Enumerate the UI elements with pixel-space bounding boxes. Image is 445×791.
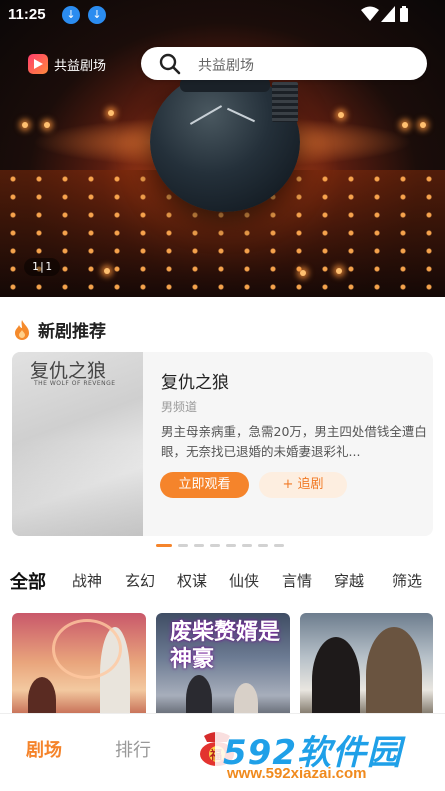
hero-banner[interactable]	[0, 0, 445, 297]
carousel-dot[interactable]	[156, 544, 172, 547]
banner-page-indicator: 1|1	[24, 258, 60, 276]
search-icon	[159, 53, 181, 75]
search-placeholder: 共益剧场	[198, 58, 254, 74]
featured-drama-card[interactable]: 复仇之狼 THE WOLF OF REVENGE 复仇之狼 男频道 男主母亲病重…	[12, 352, 433, 536]
category-tab-xianxia[interactable]: 仙侠	[229, 570, 259, 591]
drama-thumbnail[interactable]: 废柴赘婿是神豪	[156, 613, 290, 723]
app-logo-icon	[28, 54, 48, 74]
wifi-icon	[361, 6, 379, 21]
category-tab-all[interactable]: 全部	[10, 568, 46, 594]
drama-channel: 男频道	[161, 400, 198, 414]
watermark-url: www.592xiazai.com	[227, 765, 367, 782]
carousel-dot[interactable]	[210, 544, 220, 547]
status-icons	[355, 6, 415, 24]
nav-theater[interactable]: 剧场	[26, 736, 62, 762]
drama-poster[interactable]: 复仇之狼 THE WOLF OF REVENGE	[12, 352, 143, 536]
status-time: 11:25	[8, 6, 46, 23]
hero-vent	[272, 82, 298, 122]
hero-sphere-cap	[180, 78, 270, 92]
drama-thumbnail[interactable]	[300, 613, 433, 723]
category-tab-romance[interactable]: 言情	[282, 570, 312, 591]
download-icon: ↓	[88, 6, 106, 24]
battery-icon	[400, 6, 408, 22]
carousel-dot[interactable]	[226, 544, 236, 547]
category-tab-time-travel[interactable]: 穿越	[334, 570, 364, 591]
signal-icon	[381, 6, 395, 22]
follow-drama-button[interactable]: + 追剧	[259, 472, 347, 498]
category-tab-war-god[interactable]: 战神	[72, 570, 102, 591]
drama-title: 复仇之狼	[161, 373, 229, 393]
carousel-dot[interactable]	[258, 544, 268, 547]
category-tab-fantasy[interactable]: 玄幻	[125, 570, 155, 591]
carousel-dot[interactable]	[178, 544, 188, 547]
search-bar[interactable]: 共益剧场	[141, 47, 427, 80]
thumbnail-title: 废柴赘婿是神豪	[170, 619, 281, 672]
carousel-dot[interactable]	[194, 544, 204, 547]
flame-icon	[15, 320, 29, 340]
section-title: 新剧推荐	[38, 322, 106, 342]
poster-subtitle: THE WOLF OF REVENGE	[34, 380, 116, 387]
poster-title: 复仇之狼	[30, 360, 107, 382]
filter-button[interactable]: 筛选	[392, 570, 422, 591]
nav-ranking[interactable]: 排行	[115, 736, 151, 762]
app-name: 共益剧场	[54, 59, 107, 74]
category-tab-strategy[interactable]: 权谋	[177, 570, 207, 591]
watermark-logo: 592软件园 www.592xiazai.com	[215, 721, 445, 791]
download-icon: ↓	[62, 6, 80, 24]
carousel-dot[interactable]	[242, 544, 252, 547]
carousel-dot[interactable]	[274, 544, 284, 547]
drama-thumbnail[interactable]	[12, 613, 146, 723]
drama-description: 男主母亲病重，急需20万，男主四处借钱全遭白眼，无奈找已退婚的未婚妻退彩礼...	[161, 424, 427, 459]
watch-now-button[interactable]: 立即观看	[160, 472, 249, 498]
status-bar: 11:25 ↓ ↓	[0, 0, 445, 30]
